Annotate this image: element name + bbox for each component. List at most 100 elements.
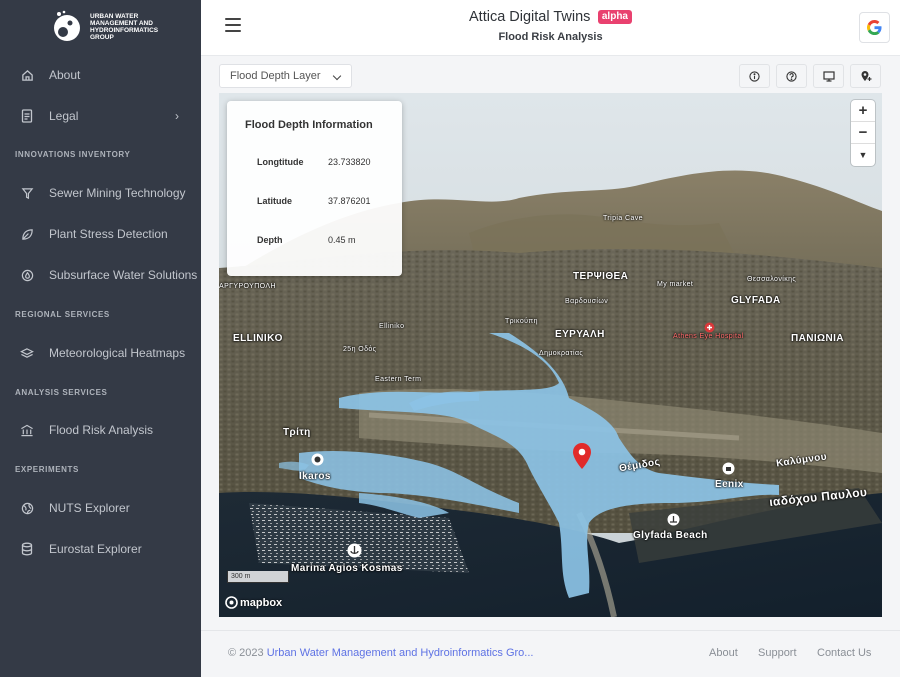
map-label-odos25: 25η Οδός — [343, 346, 377, 353]
question-icon — [786, 70, 797, 82]
layer-select-dropdown[interactable]: Flood Depth Layer — [219, 64, 352, 88]
map-label-trikoupi: Τρικούπη — [505, 318, 538, 325]
info-value: 23.733820 — [328, 157, 371, 167]
sidebar-item-nuts-explorer[interactable]: NUTS Explorer — [0, 490, 201, 526]
map-label-mymarket: My market — [657, 281, 694, 288]
info-key: Longtitude — [257, 157, 304, 167]
brand-text: URBAN WATER MANAGEMENT AND HYDROINFORMAT… — [90, 13, 159, 41]
sidebar-item-label: Flood Risk Analysis — [49, 423, 154, 437]
page-subtitle: Flood Risk Analysis — [498, 31, 603, 43]
section-regional: REGIONAL SERVICES — [15, 310, 110, 319]
help-button[interactable] — [776, 64, 807, 88]
layers-icon — [20, 346, 34, 360]
sidebar: URBAN WATER MANAGEMENT AND HYDROINFORMAT… — [0, 0, 201, 677]
section-innovations: INNOVATIONS INVENTORY — [15, 150, 131, 159]
sidebar-item-label: About — [49, 68, 81, 82]
flood-map[interactable]: ΤΕΡΨΙΘΕΑ GLYFADA ELLINIKO ΠΑΝΙΩΝΙΑ ΑΡΓΥΡ… — [219, 93, 882, 617]
sidebar-item-eurostat-explorer[interactable]: Eurostat Explorer — [0, 531, 201, 567]
footer-link-support[interactable]: Support — [758, 647, 797, 659]
sidebar-item-subsurface-water[interactable]: Subsurface Water Solutions — [0, 257, 201, 293]
map-label-glyfada: GLYFADA — [731, 295, 781, 306]
bank-building-icon — [20, 423, 34, 437]
map-label-euryali: ΕΥΡΥΑΛΗ — [555, 329, 605, 340]
google-signin-button[interactable] — [859, 12, 890, 43]
info-key: Depth — [257, 235, 283, 245]
map-label-tritis: Τρίτη — [283, 427, 311, 438]
sidebar-item-label: Meteorological Heatmaps — [49, 346, 186, 360]
map-pin-plus-icon — [861, 71, 871, 81]
info-button[interactable] — [739, 64, 770, 88]
map-label-eastern-terminal: Eastern Term — [375, 376, 422, 383]
map-label-dimokratias: Δημοκρατίας — [539, 350, 584, 357]
map-label-eenix: Eenix — [715, 479, 744, 490]
sidebar-item-sewer-mining[interactable]: Sewer Mining Technology — [0, 175, 201, 211]
zoom-out-button[interactable]: − — [851, 122, 875, 144]
sidebar-item-label: Subsurface Water Solutions — [49, 268, 198, 282]
map-navigation-control: + − ▼ — [851, 100, 875, 166]
compass-button[interactable]: ▼ — [851, 144, 875, 166]
sidebar-item-meteorological-heatmaps[interactable]: Meteorological Heatmaps — [0, 335, 201, 371]
section-analysis: ANALYSIS SERVICES — [15, 388, 108, 397]
copyright: © 2023 Urban Water Management and Hydroi… — [228, 647, 533, 659]
map-label-argyroupoli: ΑΡΓΥΡΟΥΠΟΛΗ — [219, 283, 276, 290]
map-label-ikaros: Ikaros — [299, 471, 331, 482]
page-footer: © 2023 Urban Water Management and Hydroi… — [201, 630, 900, 677]
anchor-poi-icon — [347, 543, 362, 563]
sidebar-item-label: Plant Stress Detection — [49, 227, 168, 241]
sidebar-item-legal[interactable]: Legal › — [0, 98, 201, 134]
info-key: Latitude — [257, 196, 292, 206]
mapbox-logo-icon — [225, 596, 238, 609]
map-label-thessaloniki: Θεσσαλονίκης — [747, 276, 797, 283]
section-experiments: EXPERIMENTS — [15, 465, 79, 474]
sidebar-item-label: Sewer Mining Technology — [49, 186, 186, 200]
present-button[interactable] — [813, 64, 844, 88]
google-icon — [867, 20, 882, 35]
map-label-glyfada-beach: Glyfada Beach — [633, 530, 708, 541]
map-label-elliniko: ELLINIKO — [233, 333, 283, 344]
hospital-poi-icon — [704, 320, 715, 338]
sidebar-item-about[interactable]: About — [0, 57, 201, 93]
top-header: Attica Digital Twins alpha Flood Risk An… — [201, 0, 900, 56]
home-icon — [20, 68, 34, 82]
app-title: Attica Digital Twins — [469, 8, 591, 25]
sidebar-item-flood-risk[interactable]: Flood Risk Analysis — [0, 412, 201, 448]
info-panel-title: Flood Depth Information — [245, 119, 373, 131]
brand-logo[interactable]: URBAN WATER MANAGEMENT AND HYDROINFORMAT… — [50, 10, 160, 44]
add-location-button[interactable] — [850, 64, 881, 88]
airport-poi-icon — [311, 453, 324, 471]
footer-link-about[interactable]: About — [709, 647, 738, 659]
sidebar-item-label: Legal — [49, 109, 79, 123]
footer-link-contact[interactable]: Contact Us — [817, 647, 871, 659]
chevron-right-icon: › — [175, 109, 179, 123]
info-icon — [749, 70, 760, 82]
info-value: 0.45 m — [328, 235, 356, 245]
filter-funnel-icon — [20, 186, 34, 200]
flood-depth-info-panel: Flood Depth Information Longtitude 23.73… — [227, 101, 402, 276]
alpha-badge: alpha — [597, 9, 632, 24]
map-label-terpsithea: ΤΕΡΨΙΘΕΑ — [573, 271, 629, 282]
document-icon — [20, 109, 34, 123]
mapbox-attribution[interactable]: mapbox — [225, 596, 282, 609]
layer-select-value: Flood Depth Layer — [230, 70, 321, 82]
zoom-in-button[interactable]: + — [851, 100, 875, 122]
map-label-vardousia: Βαρδουσίων — [565, 298, 609, 305]
page-title-block: Attica Digital Twins alpha Flood Risk An… — [201, 8, 900, 43]
water-drop-icon — [20, 268, 34, 282]
shop-poi-icon — [722, 462, 735, 480]
monitor-icon — [822, 70, 835, 82]
water-drop-logo-icon — [50, 10, 84, 44]
beach-poi-icon — [667, 513, 680, 531]
map-label-tripia: Tripia Cave — [603, 215, 643, 222]
chevron-down-icon — [332, 71, 342, 81]
database-icon — [20, 542, 34, 556]
sidebar-item-plant-stress[interactable]: Plant Stress Detection — [0, 216, 201, 252]
info-value: 37.876201 — [328, 196, 371, 206]
map-label-panionia: ΠΑΝΙΩΝΙΑ — [791, 333, 844, 344]
copyright-prefix: © 2023 — [228, 647, 267, 659]
map-scale-bar: 300 m — [227, 571, 289, 583]
copyright-link[interactable]: Urban Water Management and Hydroinformat… — [267, 647, 534, 659]
selected-location-pin-icon[interactable] — [571, 442, 593, 475]
sidebar-item-label: Eurostat Explorer — [49, 542, 142, 556]
leaf-icon — [20, 227, 34, 241]
sidebar-item-label: NUTS Explorer — [49, 501, 130, 515]
